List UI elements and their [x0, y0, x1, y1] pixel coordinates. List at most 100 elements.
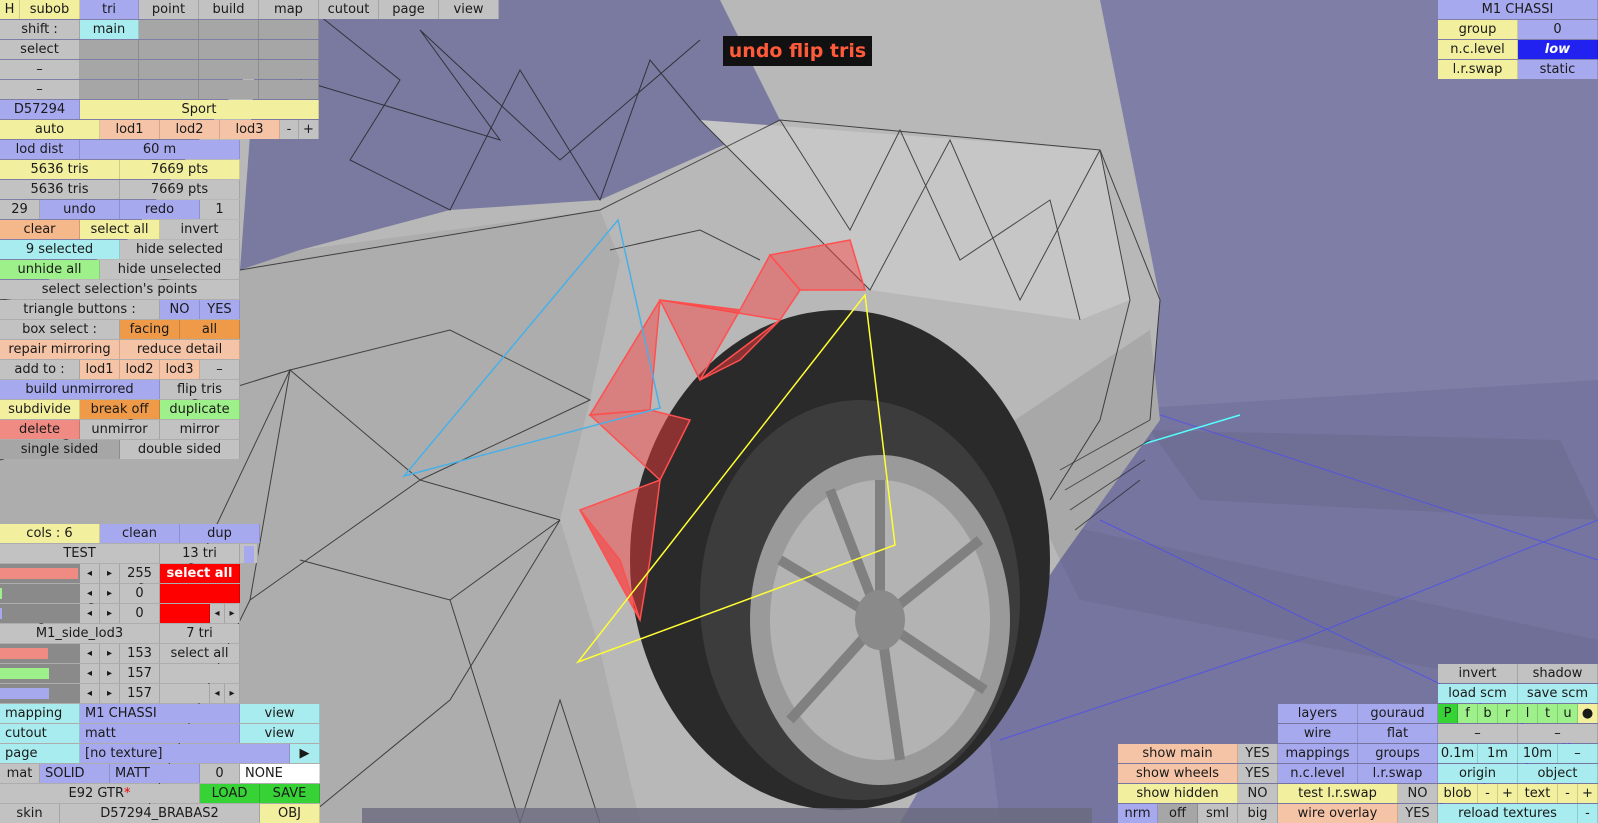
- material-2-green-slider[interactable]: [0, 664, 80, 683]
- material-1-red-inc[interactable]: ▸: [100, 564, 120, 583]
- flat-button[interactable]: flat: [1358, 724, 1438, 743]
- lod-minus-button[interactable]: -: [280, 120, 299, 139]
- view-r-button[interactable]: r: [1498, 704, 1518, 723]
- select-label[interactable]: select: [0, 40, 80, 59]
- build-unmirrored-button[interactable]: build unmirrored: [0, 380, 160, 399]
- cols-clean-button[interactable]: clean: [100, 524, 180, 543]
- subdivide-button[interactable]: subdivide: [0, 400, 80, 419]
- tab-tri[interactable]: tri: [80, 0, 139, 19]
- unmirror-button[interactable]: unmirror: [80, 420, 160, 439]
- tab-point[interactable]: point: [139, 0, 199, 19]
- page-value[interactable]: [no texture]: [80, 744, 290, 763]
- mapping-value[interactable]: M1 CHASSI: [80, 704, 240, 723]
- undo-button[interactable]: undo: [40, 200, 120, 219]
- nc-level-view-button[interactable]: n.c.level: [1278, 764, 1358, 783]
- select-slot-3[interactable]: [199, 40, 259, 59]
- test-lr-swap-button[interactable]: test l.r.swap: [1278, 784, 1398, 803]
- blob-button[interactable]: blob: [1438, 784, 1478, 803]
- dash-row-1-slot-3[interactable]: [199, 60, 259, 79]
- grid-dash-button[interactable]: –: [1558, 744, 1598, 763]
- material-2-blue-slider[interactable]: [0, 684, 80, 703]
- shift-slot-4[interactable]: [259, 20, 319, 39]
- material-1-prev[interactable]: ◂: [210, 604, 225, 623]
- show-main-button[interactable]: show main: [1118, 744, 1238, 763]
- dash-row-1-slot-1[interactable]: [80, 60, 139, 79]
- model-id[interactable]: D57294: [0, 100, 80, 119]
- cutout-view-button[interactable]: view: [240, 724, 320, 743]
- select-all-button[interactable]: select all: [80, 220, 160, 239]
- cols-dup-button[interactable]: dup: [180, 524, 260, 543]
- tab-page[interactable]: page: [379, 0, 439, 19]
- box-select-all[interactable]: all: [180, 320, 240, 339]
- zoom-dash-2[interactable]: –: [1518, 724, 1598, 743]
- gouraud-button[interactable]: gouraud: [1358, 704, 1438, 723]
- group-value[interactable]: 0: [1518, 20, 1598, 39]
- unhide-all-button[interactable]: unhide all: [0, 260, 100, 279]
- repair-mirroring-button[interactable]: repair mirroring: [0, 340, 120, 359]
- box-select-facing[interactable]: facing: [120, 320, 180, 339]
- material-1-name[interactable]: TEST: [0, 544, 160, 563]
- layers-button[interactable]: layers: [1278, 704, 1358, 723]
- object-button[interactable]: object: [1518, 764, 1598, 783]
- break-off-button[interactable]: break off: [80, 400, 160, 419]
- duplicate-button[interactable]: duplicate: [160, 400, 240, 419]
- show-hidden-button[interactable]: show hidden: [1118, 784, 1238, 803]
- add-to-dash[interactable]: –: [200, 360, 240, 379]
- select-slot-4[interactable]: [259, 40, 319, 59]
- reload-textures-button[interactable]: reload textures: [1438, 804, 1578, 823]
- view-f-button[interactable]: f: [1458, 704, 1478, 723]
- grid-0-1m-button[interactable]: 0.1m: [1438, 744, 1478, 763]
- add-to-lod3[interactable]: lod3: [160, 360, 200, 379]
- skin-value[interactable]: D57294_BRABAS2: [60, 804, 260, 823]
- zoom-dash-1[interactable]: –: [1438, 724, 1518, 743]
- dash-row-2-label[interactable]: –: [0, 80, 80, 99]
- add-to-lod2[interactable]: lod2: [120, 360, 160, 379]
- dash-row-2-slot-1[interactable]: [80, 80, 139, 99]
- tab-subob[interactable]: subob: [20, 0, 80, 19]
- mapping-view-button[interactable]: view: [240, 704, 320, 723]
- wire-button[interactable]: wire: [1278, 724, 1358, 743]
- select-slot-2[interactable]: [139, 40, 199, 59]
- material-1-green-slider[interactable]: [0, 584, 80, 603]
- material-1-blue-slider[interactable]: [0, 604, 80, 623]
- page-play-button[interactable]: ▶: [290, 744, 320, 763]
- shift-main-button[interactable]: main: [80, 20, 139, 39]
- nc-level-value[interactable]: low: [1518, 40, 1598, 59]
- single-sided-button[interactable]: single sided: [0, 440, 120, 459]
- dash-row-1-label[interactable]: –: [0, 60, 80, 79]
- normals-off-button[interactable]: off: [1158, 804, 1198, 823]
- view-t-button[interactable]: t: [1538, 704, 1558, 723]
- text-plus-button[interactable]: +: [1578, 784, 1598, 803]
- text-minus-button[interactable]: -: [1558, 784, 1578, 803]
- save-button[interactable]: SAVE: [260, 784, 320, 803]
- material-2-green-inc[interactable]: ▸: [100, 664, 120, 683]
- shift-slot-2[interactable]: [139, 20, 199, 39]
- tab-cutout[interactable]: cutout: [319, 0, 379, 19]
- groups-button[interactable]: groups: [1358, 744, 1438, 763]
- test-lr-swap-no[interactable]: NO: [1398, 784, 1438, 803]
- mirror-button[interactable]: mirror: [160, 420, 240, 439]
- shift-slot-3[interactable]: [199, 20, 259, 39]
- blob-minus-button[interactable]: -: [1478, 784, 1498, 803]
- view-l-button[interactable]: l: [1518, 704, 1538, 723]
- shadow-button[interactable]: shadow: [1518, 664, 1598, 683]
- material-2-red-dec[interactable]: ◂: [80, 644, 100, 663]
- h-button[interactable]: H: [0, 0, 20, 19]
- view-b-button[interactable]: b: [1478, 704, 1498, 723]
- double-sided-button[interactable]: double sided: [120, 440, 240, 459]
- mat-solid-button[interactable]: SOLID: [40, 764, 110, 783]
- mat-none-value[interactable]: NONE: [240, 764, 320, 783]
- view-p-button[interactable]: P: [1438, 704, 1458, 723]
- dash-row-2-slot-2[interactable]: [139, 80, 199, 99]
- lr-swap-view-button[interactable]: l.r.swap: [1358, 764, 1438, 783]
- dash-row-2-slot-3[interactable]: [199, 80, 259, 99]
- show-wheels-button[interactable]: show wheels: [1118, 764, 1238, 783]
- wire-overlay-button[interactable]: wire overlay: [1278, 804, 1398, 823]
- material-2-red-slider[interactable]: [0, 644, 80, 663]
- mappings-button[interactable]: mappings: [1278, 744, 1358, 763]
- material-2-blue-dec[interactable]: ◂: [80, 684, 100, 703]
- add-to-lod1[interactable]: lod1: [80, 360, 120, 379]
- reduce-detail-button[interactable]: reduce detail: [120, 340, 240, 359]
- material-1-red-slider[interactable]: [0, 564, 80, 583]
- grid-1m-button[interactable]: 1m: [1478, 744, 1518, 763]
